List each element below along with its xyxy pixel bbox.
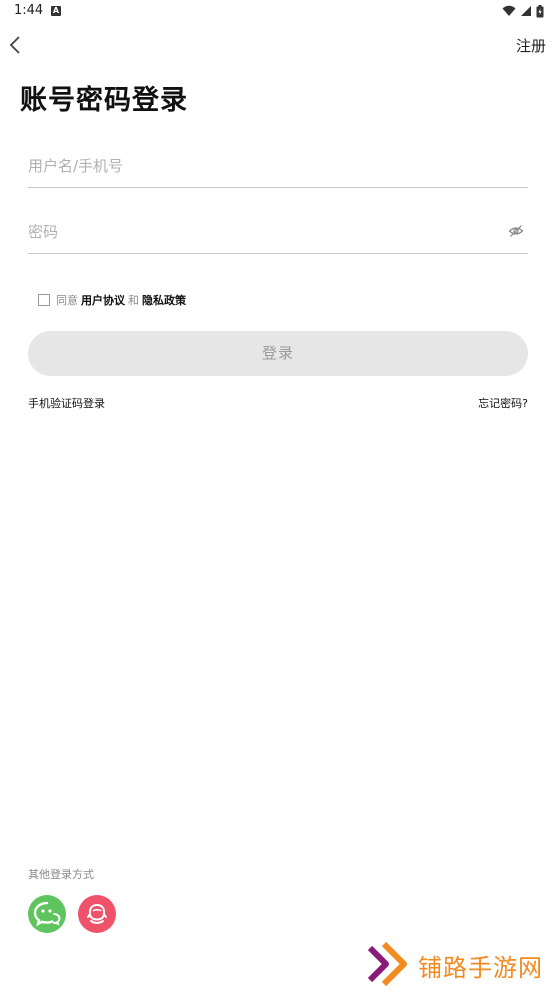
battery-icon <box>536 4 544 17</box>
eye-off-icon <box>508 225 524 237</box>
wechat-icon <box>33 901 61 927</box>
status-time: 1:44 <box>14 3 44 18</box>
agree-and: 和 <box>128 294 139 307</box>
agree-checkbox[interactable] <box>38 294 50 306</box>
chevron-left-icon <box>9 36 20 54</box>
register-link[interactable]: 注册 <box>516 35 546 56</box>
double-chevron-logo-icon <box>367 942 407 986</box>
wechat-login-button[interactable] <box>28 895 66 933</box>
top-navigation: 注册 <box>0 30 556 60</box>
weibo-login-button[interactable] <box>78 895 116 933</box>
user-agreement-link[interactable]: 用户协议 <box>81 292 125 308</box>
password-field-container <box>28 210 528 254</box>
signal-icon <box>521 6 531 16</box>
watermark-text: 铺路手游网 <box>418 954 543 982</box>
username-field-container <box>28 144 528 188</box>
password-input[interactable] <box>28 210 498 253</box>
agree-prefix: 同意 <box>56 294 78 307</box>
sms-login-link[interactable]: 手机验证码登录 <box>28 395 105 411</box>
status-indicators <box>502 4 544 18</box>
weibo-icon <box>87 903 107 924</box>
status-bar: 1:44 A <box>0 0 556 24</box>
login-button[interactable]: 登录 <box>28 331 528 376</box>
notification-a-icon: A <box>51 6 61 16</box>
other-login-title: 其他登录方式 <box>28 868 94 881</box>
forgot-password-link[interactable]: 忘记密码? <box>478 395 528 411</box>
agreement-row: 同意 用户协议 和 隐私政策 <box>38 292 189 308</box>
back-button[interactable] <box>6 33 26 57</box>
privacy-policy-link[interactable]: 隐私政策 <box>142 292 186 308</box>
page-title: 账号密码登录 <box>20 85 188 116</box>
username-input[interactable] <box>28 144 498 187</box>
password-visibility-toggle[interactable] <box>508 223 524 239</box>
wifi-icon <box>502 5 516 16</box>
watermark-logo: 铺路手游网 <box>366 940 546 986</box>
